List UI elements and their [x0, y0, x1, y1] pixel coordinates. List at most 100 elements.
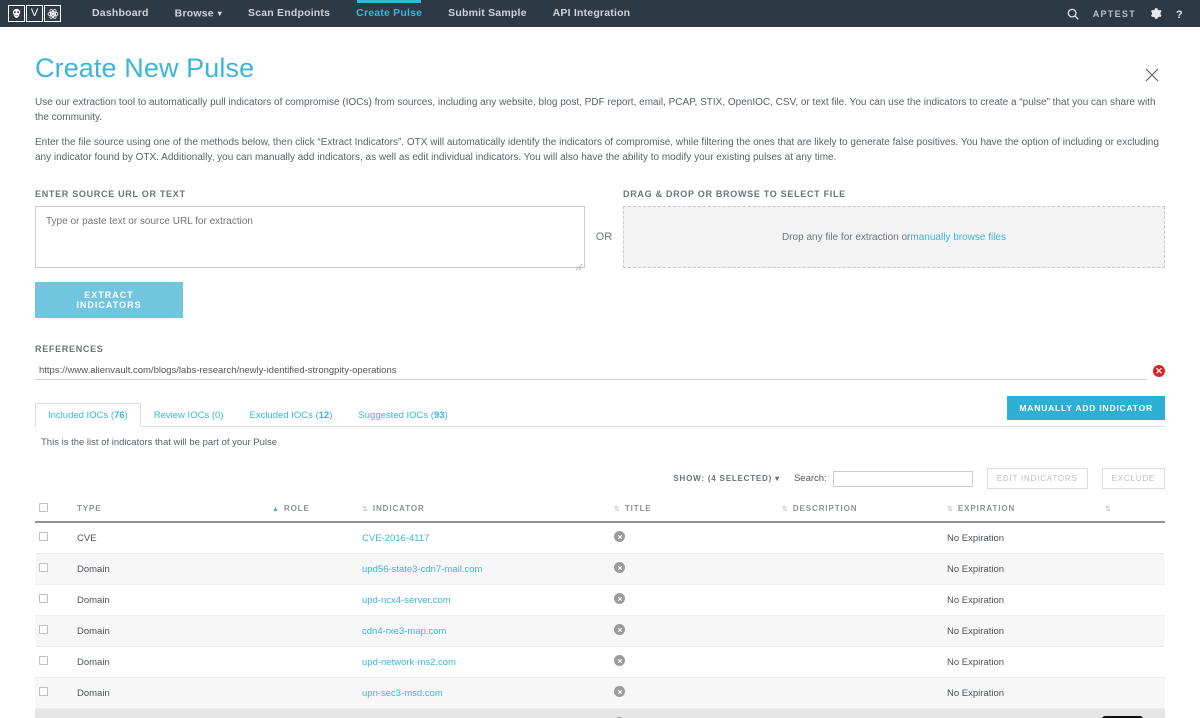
row-checkbox[interactable]	[39, 594, 48, 603]
row-select-cell	[35, 522, 73, 554]
indicator-link[interactable]: upn-sec3-msd.com	[362, 688, 443, 699]
table-toolbar: SHOW: (4 SELECTED) ▾ Search: EDIT INDICA…	[35, 468, 1165, 489]
add-title-icon[interactable]	[614, 655, 625, 666]
row-select-cell	[35, 585, 73, 616]
indicator-link[interactable]: upd-ncx4-server.com	[362, 595, 451, 606]
extract-indicators-button[interactable]: EXTRACT INDICATORS	[35, 282, 183, 318]
table-header: TYPE ▲ROLE ⇅INDICATOR ⇅TITLE ⇅DESCRIPTIO…	[35, 497, 1165, 522]
column-header-type[interactable]: TYPE	[73, 497, 268, 522]
column-header-expiration[interactable]: ⇅EXPIRATION	[943, 497, 1101, 522]
cell-indicator[interactable]: upd3-srv-system-app.com	[358, 709, 610, 718]
cell-actions	[1101, 678, 1165, 709]
nav-link-scan-endpoints[interactable]: Scan Endpoints	[235, 0, 343, 27]
close-icon[interactable]	[1144, 67, 1162, 85]
nav-link-submit-sample[interactable]: Submit Sample	[435, 0, 539, 27]
row-checkbox[interactable]	[39, 532, 48, 541]
reference-url-input[interactable]	[35, 361, 1147, 380]
edit-indicators-button[interactable]: EDIT INDICATORS	[987, 468, 1088, 489]
search-control: Search:	[794, 471, 973, 487]
page-title: Create New Pulse	[35, 53, 1165, 84]
file-dropzone[interactable]: Drop any file for extraction or manually…	[623, 206, 1165, 268]
cell-indicator[interactable]: CVE-2016-4117	[358, 522, 610, 554]
nav-link-api-integration[interactable]: API Integration	[540, 0, 644, 27]
cell-actions	[1101, 647, 1165, 678]
tab-count: 0	[215, 410, 220, 421]
column-header-indicator[interactable]: ⇅INDICATOR	[358, 497, 610, 522]
table-row[interactable]: Domainupd-ncx4-server.comNo Expiration	[35, 585, 1165, 616]
add-title-icon[interactable]	[614, 562, 625, 573]
dropzone-text: Drop any file for extraction or	[782, 232, 910, 243]
table-row[interactable]: Domaincdn4-rxe3-map.comNo Expiration	[35, 616, 1165, 647]
intro-paragraph-1: Use our extraction tool to automatically…	[35, 96, 1165, 125]
nav-label: API Integration	[553, 7, 631, 19]
add-title-icon[interactable]	[614, 593, 625, 604]
cell-actions	[1101, 554, 1165, 585]
row-checkbox[interactable]	[39, 656, 48, 665]
sort-icon: ⇅	[1105, 506, 1111, 513]
nav-link-create-pulse[interactable]: Create Pulse	[343, 0, 435, 27]
table-row[interactable]: Domainupd-network-ms2.comNo Expiration	[35, 647, 1165, 678]
exclude-button[interactable]: EXCLUDE	[1102, 468, 1165, 489]
nav-link-browse[interactable]: Browse▾	[162, 0, 235, 27]
source-text-input[interactable]	[35, 206, 585, 268]
add-title-icon[interactable]	[614, 624, 625, 635]
tab-description: This is the list of indicators that will…	[41, 437, 1165, 448]
username-label[interactable]: APTEST	[1093, 9, 1136, 19]
cell-role	[268, 678, 358, 709]
tab-suggested-iocs[interactable]: Suggested IOCs (93)	[345, 403, 460, 427]
cell-indicator[interactable]: upn-sec3-msd.com	[358, 678, 610, 709]
table-row[interactable]: Domainupd3-srv-system-app.comNo Expirati…	[35, 709, 1165, 718]
search-icon[interactable]	[1066, 7, 1080, 21]
row-select-cell	[35, 554, 73, 585]
table-row[interactable]: CVECVE-2016-4117No Expiration	[35, 522, 1165, 554]
manually-add-indicator-button[interactable]: MANUALLY ADD INDICATOR	[1007, 396, 1165, 420]
cell-type: CVE	[73, 522, 268, 554]
select-all-checkbox[interactable]	[39, 503, 48, 512]
nav-link-dashboard[interactable]: Dashboard	[79, 0, 162, 27]
row-checkbox[interactable]	[39, 563, 48, 572]
nav-right-cluster: APTEST ?	[1066, 7, 1190, 21]
column-header-role[interactable]: ▲ROLE	[268, 497, 358, 522]
cell-indicator[interactable]: upd56-state3-cdn7-mail.com	[358, 554, 610, 585]
indicator-link[interactable]: upd-network-ms2.com	[362, 657, 456, 668]
browse-files-link[interactable]: manually browse files	[910, 232, 1006, 243]
cell-role	[268, 616, 358, 647]
column-header-title[interactable]: ⇅TITLE	[610, 497, 778, 522]
cell-actions: exclude✕	[1101, 709, 1165, 718]
show-columns-dropdown[interactable]: SHOW: (4 SELECTED) ▾	[673, 474, 780, 483]
add-title-icon[interactable]	[614, 686, 625, 697]
row-checkbox[interactable]	[39, 625, 48, 634]
indicator-link[interactable]: CVE-2016-4117	[362, 533, 429, 544]
column-header-actions[interactable]: ⇅	[1101, 497, 1165, 522]
cell-description	[778, 522, 943, 554]
gear-icon[interactable]	[1149, 7, 1162, 20]
search-label: Search:	[794, 473, 827, 484]
tab-included-iocs[interactable]: Included IOCs (76)	[35, 403, 141, 427]
add-title-icon[interactable]	[614, 531, 625, 542]
cell-indicator[interactable]: upd-ncx4-server.com	[358, 585, 610, 616]
row-select-cell	[35, 678, 73, 709]
sort-icon: ⇅	[782, 506, 788, 513]
table-row[interactable]: Domainupn-sec3-msd.comNo Expiration	[35, 678, 1165, 709]
tab-count: 12	[319, 410, 330, 421]
tab-review-iocs[interactable]: Review IOCs (0)	[141, 403, 237, 427]
cell-indicator[interactable]: upd-network-ms2.com	[358, 647, 610, 678]
indicator-link[interactable]: upd56-state3-cdn7-mail.com	[362, 564, 482, 575]
cell-indicator[interactable]: cdn4-rxe3-map.com	[358, 616, 610, 647]
remove-reference-icon[interactable]: ✕	[1153, 365, 1165, 377]
cell-description	[778, 585, 943, 616]
cell-expiration: No Expiration	[943, 554, 1101, 585]
search-input[interactable]	[833, 471, 973, 487]
row-checkbox[interactable]	[39, 687, 48, 696]
table-row[interactable]: Domainupd56-state3-cdn7-mail.comNo Expir…	[35, 554, 1165, 585]
indicator-link[interactable]: cdn4-rxe3-map.com	[362, 626, 446, 637]
column-header-description[interactable]: ⇅DESCRIPTION	[778, 497, 943, 522]
cell-actions	[1101, 616, 1165, 647]
cell-expiration: No Expiration	[943, 709, 1101, 718]
source-section: ENTER SOURCE URL OR TEXT EXTRACT INDICAT…	[35, 189, 1165, 318]
otx-logo[interactable]: V	[8, 5, 61, 22]
svg-text:?: ?	[1176, 8, 1183, 20]
tab-excluded-iocs[interactable]: Excluded IOCs (12)	[236, 403, 345, 427]
atom-icon	[44, 5, 61, 22]
help-icon[interactable]: ?	[1175, 7, 1186, 21]
